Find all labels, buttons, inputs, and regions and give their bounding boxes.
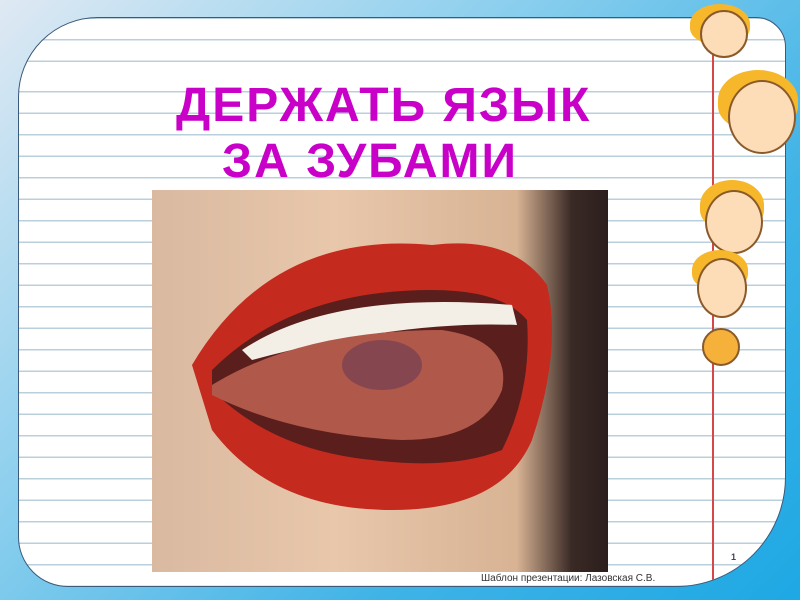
page-number: 1 [731,552,737,562]
slide-title-line1: ДЕРЖАТЬ ЯЗЫК [176,79,592,132]
footer-credit: Шаблон презентации: Лазовская С.В. [481,573,656,584]
mouth-photo [152,190,608,572]
slide-title-line2: ЗА ЗУБАМИ [222,135,518,188]
